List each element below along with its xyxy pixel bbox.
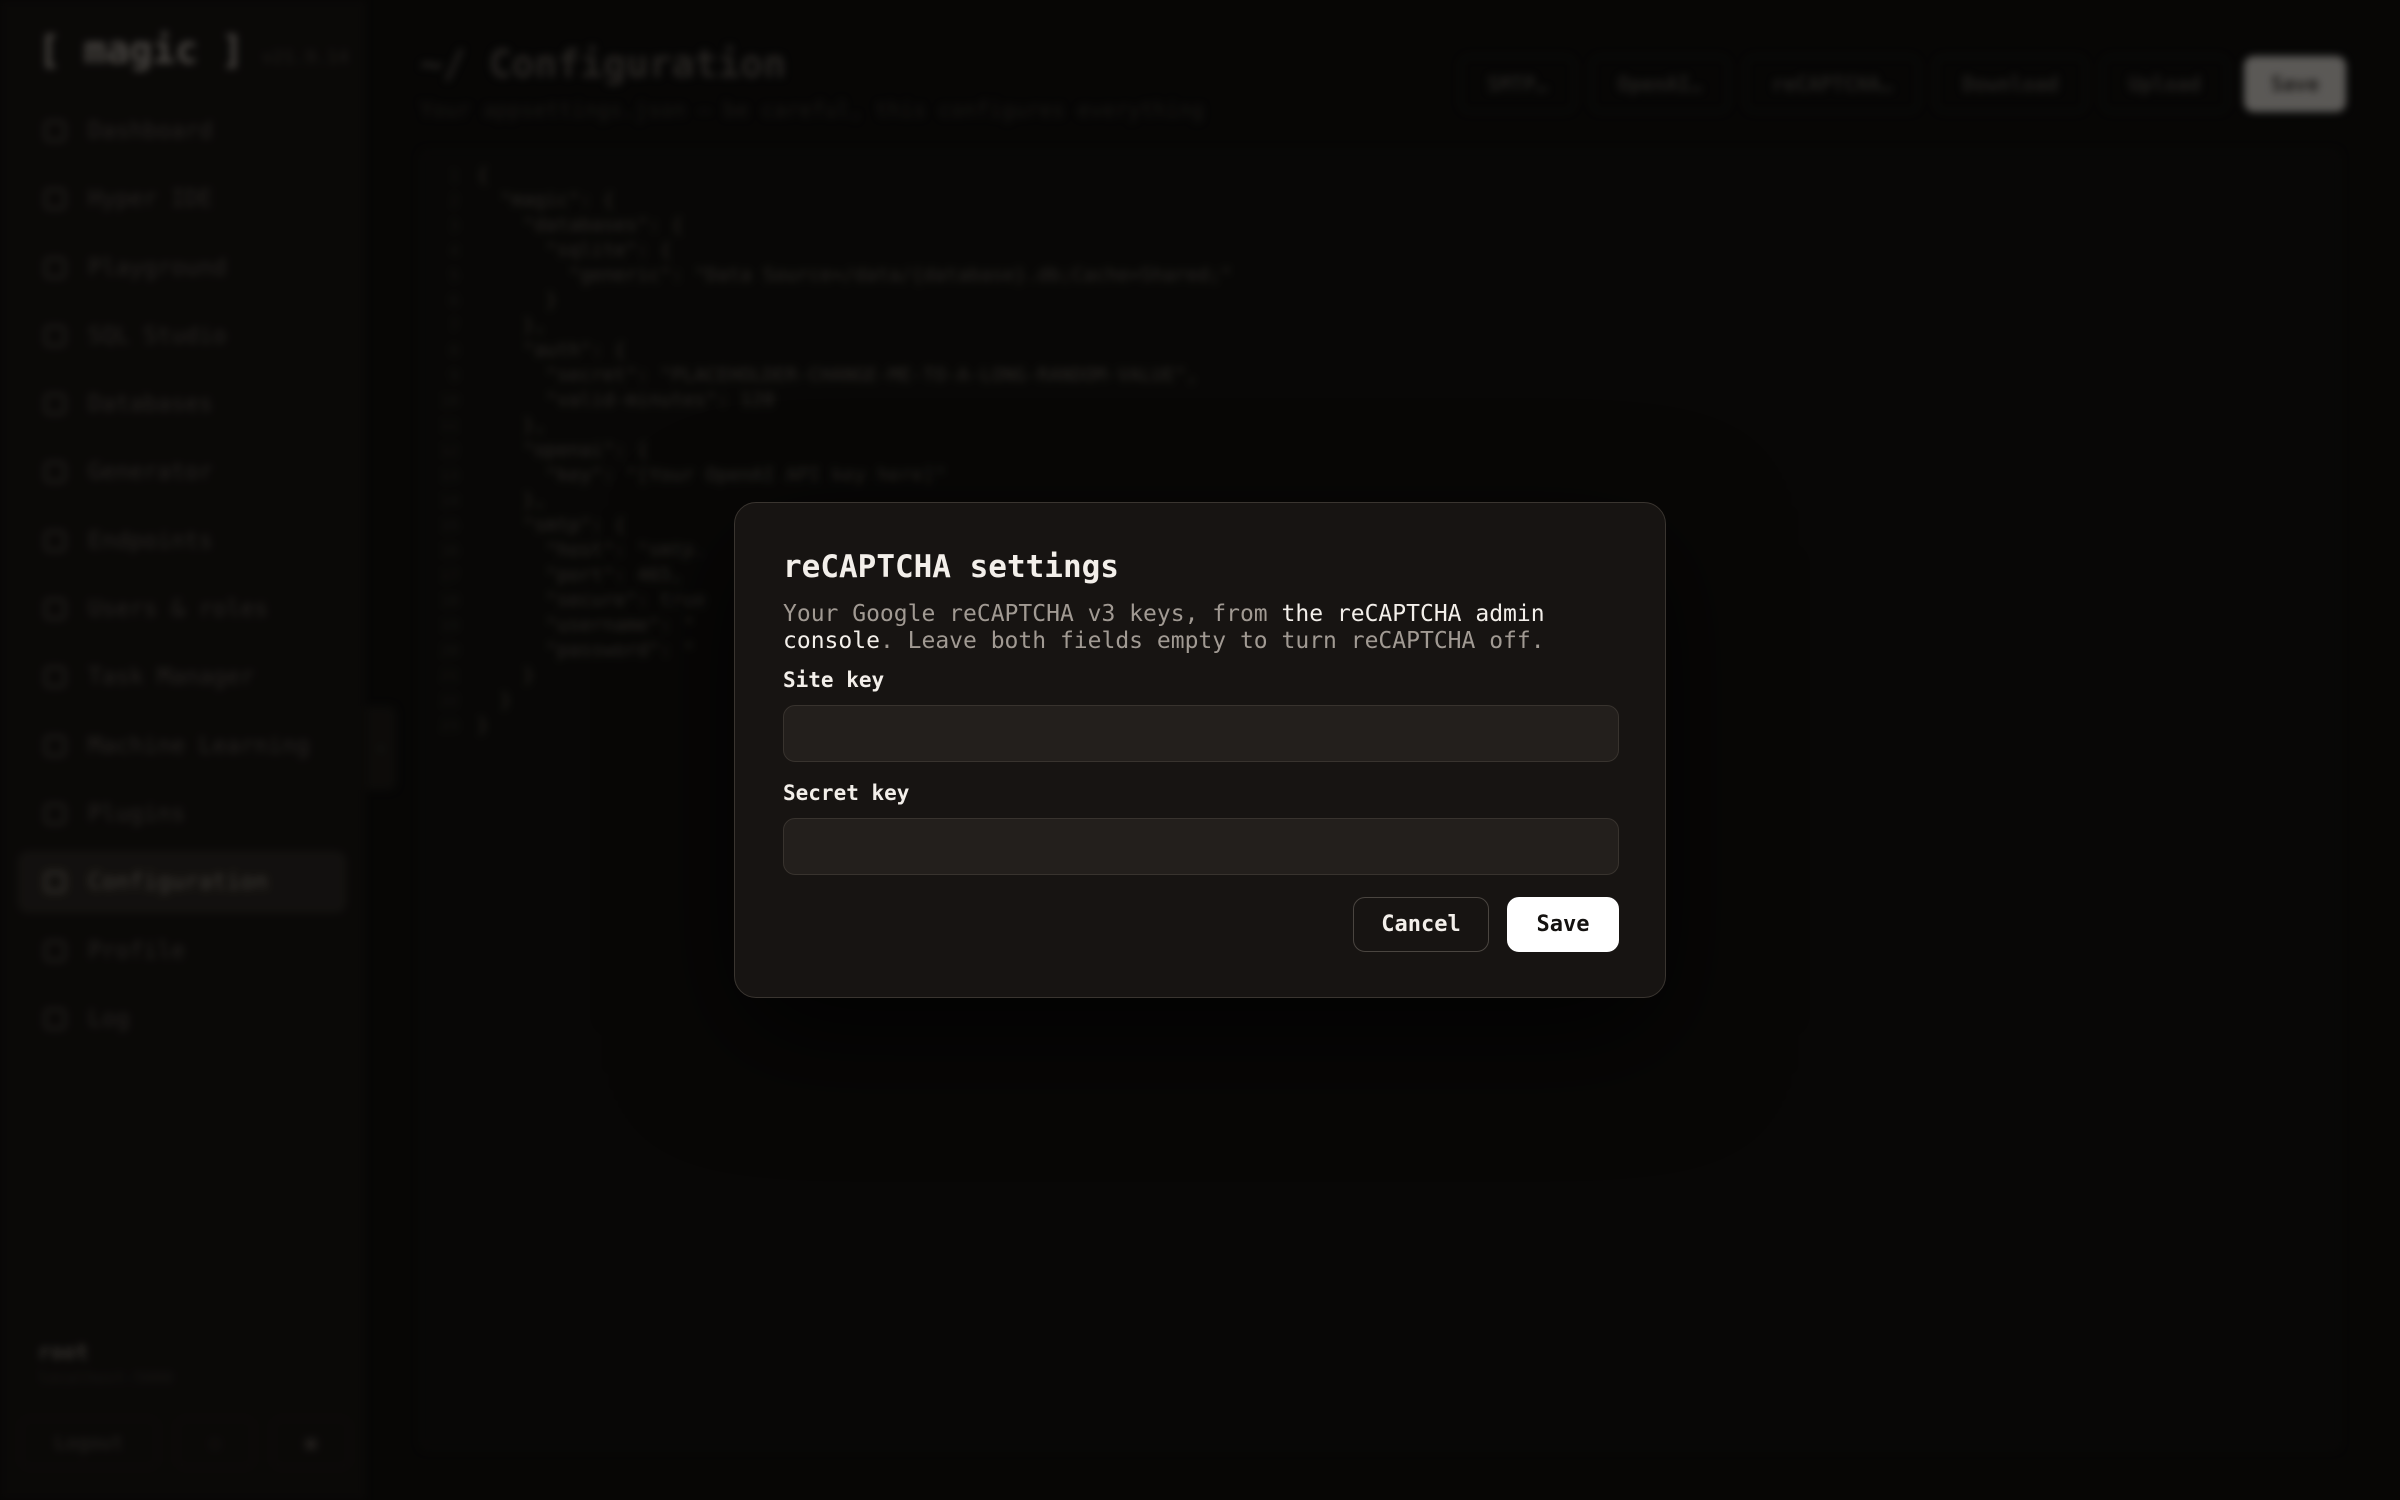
save-button[interactable]: Save [1507, 897, 1619, 952]
cancel-button[interactable]: Cancel [1353, 897, 1489, 952]
dialog-description: Your Google reCAPTCHA v3 keys, from the … [783, 601, 1617, 655]
dialog-description-prefix: Your Google reCAPTCHA v3 keys, from [783, 601, 1282, 627]
dialog-title: reCAPTCHA settings [783, 549, 1119, 585]
dialog-actions: Cancel Save [1353, 897, 1619, 952]
site-key-label: Site key [783, 668, 885, 692]
secret-key-input[interactable] [783, 818, 1619, 875]
secret-key-label: Secret key [783, 781, 910, 805]
recaptcha-settings-dialog: reCAPTCHA settings Your Google reCAPTCHA… [734, 502, 1666, 998]
dialog-description-suffix: . Leave both fields empty to turn reCAPT… [879, 628, 1545, 654]
site-key-input[interactable] [783, 705, 1619, 762]
